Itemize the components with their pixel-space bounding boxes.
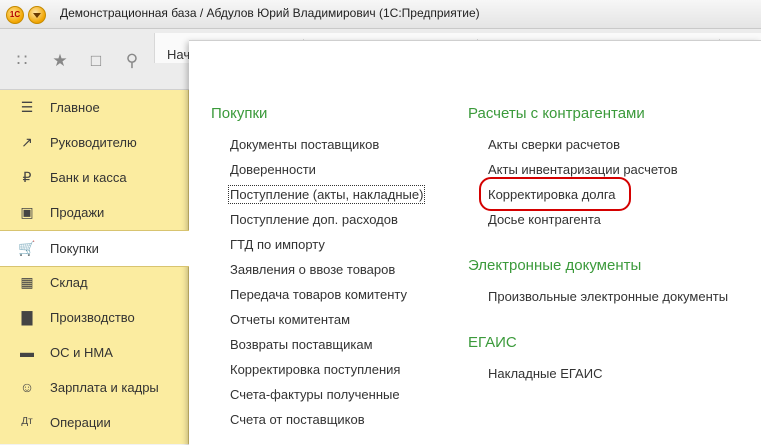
sidebar-item-label: Банк и касса bbox=[50, 170, 127, 185]
sidebar-item-salary[interactable]: ☺ Зарплата и кадры bbox=[0, 370, 188, 405]
ruble-icon: ₽ bbox=[22, 169, 32, 185]
bag-icon: ▣ bbox=[20, 204, 34, 220]
link-principal-reports[interactable]: Отчеты комитентам bbox=[230, 312, 350, 327]
sidebar-item-sales[interactable]: ▣ Продажи bbox=[0, 195, 188, 230]
ledger-icon: Дт bbox=[21, 416, 33, 427]
sidebar-item-label: Главное bbox=[50, 100, 100, 115]
sidebar-item-purchases[interactable]: 🛒 Покупки bbox=[0, 230, 189, 267]
sections-panel: ☰ Главное ↗ Руководителю ₽ Банк и касса … bbox=[0, 90, 189, 444]
title-bar: 1С Демонстрационная база / Абдулов Юрий … bbox=[0, 0, 761, 29]
sidebar-item-label: Производство bbox=[50, 310, 135, 325]
sidebar-item-label: Зарплата и кадры bbox=[50, 380, 159, 395]
window-title: Демонстрационная база / Абдулов Юрий Вла… bbox=[60, 6, 480, 20]
link-received-invoices[interactable]: Счета-фактуры полученные bbox=[230, 387, 400, 402]
sidebar-item-label: Руководителю bbox=[50, 135, 137, 150]
history-icon[interactable]: □ bbox=[86, 51, 106, 71]
red-highlight-oval bbox=[479, 177, 631, 211]
trend-icon: ↗ bbox=[21, 134, 33, 150]
link-powers-of-attorney[interactable]: Доверенности bbox=[230, 162, 316, 177]
truck-icon: ▬ bbox=[20, 344, 34, 360]
group-title-settlements: Расчеты с контрагентами bbox=[468, 105, 645, 122]
sidebar-item-operations[interactable]: Дт Операции bbox=[0, 405, 188, 440]
link-reconciliation-acts[interactable]: Акты сверки расчетов bbox=[488, 137, 620, 152]
tab-home[interactable]: Нач bbox=[167, 47, 190, 62]
sidebar-item-production[interactable]: ▇ Производство bbox=[0, 300, 188, 335]
cart-icon: 🛒 bbox=[18, 240, 36, 256]
link-counterparty-dossier[interactable]: Досье контрагента bbox=[488, 212, 601, 227]
link-arbitrary-edocs[interactable]: Произвольные электронные документы bbox=[488, 289, 728, 304]
link-import-applications[interactable]: Заявления о ввозе товаров bbox=[230, 262, 395, 277]
sidebar-item-director[interactable]: ↗ Руководителю bbox=[0, 125, 188, 160]
grid-icon: ▦ bbox=[20, 274, 34, 290]
link-additional-expenses[interactable]: Поступление доп. расходов bbox=[230, 212, 398, 227]
link-egais-waybills[interactable]: Накладные ЕГАИС bbox=[488, 366, 602, 381]
group-title-edocs: Электронные документы bbox=[468, 257, 642, 274]
group-title-purchases: Покупки bbox=[211, 105, 268, 122]
link-inventory-acts[interactable]: Акты инвентаризации расчетов bbox=[488, 162, 678, 177]
link-receipts[interactable]: Поступление (акты, накладные) bbox=[227, 185, 426, 204]
sidebar-item-assets[interactable]: ▬ ОС и НМА bbox=[0, 335, 188, 370]
link-supplier-bills[interactable]: Счета от поставщиков bbox=[230, 412, 365, 427]
apps-grid-icon[interactable]: ∷ bbox=[12, 51, 32, 71]
link-customs-declarations[interactable]: ГТД по импорту bbox=[230, 237, 325, 252]
factory-icon: ▇ bbox=[21, 309, 33, 325]
sidebar-item-label: Покупки bbox=[50, 241, 99, 256]
sidebar-item-warehouse[interactable]: ▦ Склад bbox=[0, 265, 188, 300]
link-supplier-documents[interactable]: Документы поставщиков bbox=[230, 137, 379, 152]
sidebar-item-label: ОС и НМА bbox=[50, 345, 113, 360]
link-supplier-returns[interactable]: Возвраты поставщикам bbox=[230, 337, 373, 352]
person-icon: ☺ bbox=[19, 379, 35, 395]
link-transfer-to-principal[interactable]: Передача товаров комитенту bbox=[230, 287, 407, 302]
sidebar-item-label: Склад bbox=[50, 275, 88, 290]
sidebar-item-label: Продажи bbox=[50, 205, 105, 220]
sidebar-item-label: Операции bbox=[50, 415, 111, 430]
main-menu-button[interactable] bbox=[28, 6, 46, 24]
link-receipt-adjustment[interactable]: Корректировка поступления bbox=[230, 362, 400, 377]
sidebar-item-bank[interactable]: ₽ Банк и касса bbox=[0, 160, 188, 195]
function-panel: Покупки Документы поставщиков Довереннос… bbox=[189, 40, 761, 445]
search-icon[interactable]: ⚲ bbox=[122, 51, 142, 71]
group-title-egais: ЕГАИС bbox=[468, 334, 517, 351]
star-icon[interactable]: ★ bbox=[50, 51, 70, 71]
sidebar-item-main[interactable]: ☰ Главное bbox=[0, 90, 188, 125]
app-logo-icon: 1С bbox=[6, 6, 24, 24]
menu-icon: ☰ bbox=[20, 99, 34, 115]
